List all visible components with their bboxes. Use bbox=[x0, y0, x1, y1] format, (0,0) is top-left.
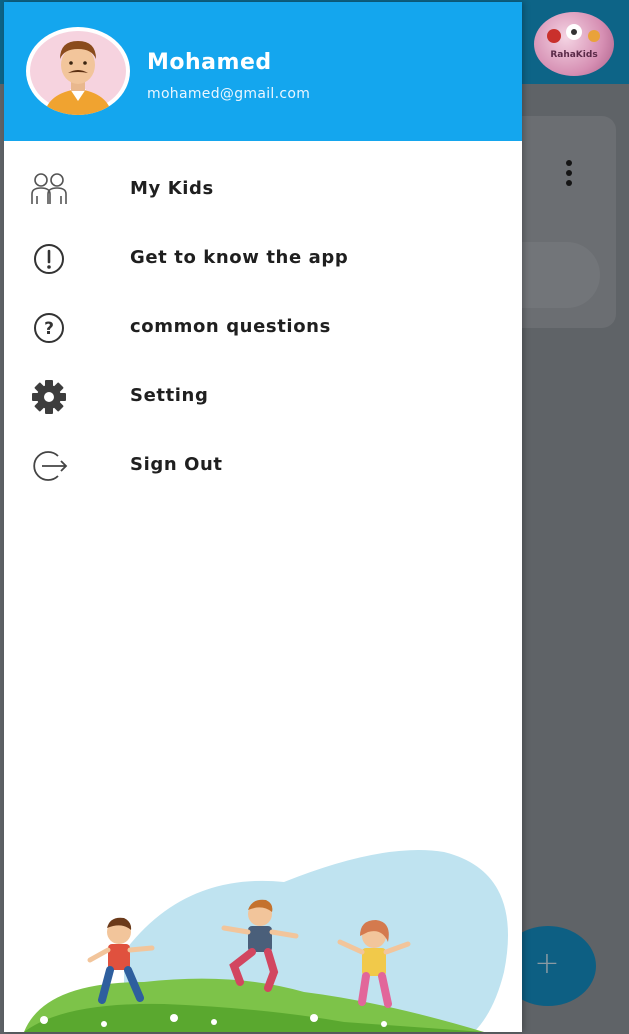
menu-item-label: Sign Out bbox=[130, 454, 223, 475]
plus-icon: + bbox=[534, 946, 560, 981]
user-avatar-icon bbox=[30, 31, 126, 115]
app-logo: RahaKids bbox=[534, 12, 614, 76]
info-icon bbox=[26, 237, 72, 281]
svg-text:?: ? bbox=[44, 319, 54, 339]
drawer-header: Mohamed mohamed@gmail.com bbox=[4, 2, 522, 141]
sign-out-icon bbox=[26, 444, 72, 488]
menu-item-label: Setting bbox=[130, 385, 209, 406]
user-email: mohamed@gmail.com bbox=[147, 86, 311, 102]
kids-playing-illustration bbox=[4, 832, 522, 1032]
user-name: Mohamed bbox=[147, 50, 272, 75]
gear-icon bbox=[26, 375, 72, 419]
menu-item-my-kids[interactable]: My Kids bbox=[4, 160, 522, 220]
menu-item-setting[interactable]: Setting bbox=[4, 367, 522, 427]
menu-item-common-questions[interactable]: ? common questions bbox=[4, 298, 522, 358]
menu-item-sign-out[interactable]: Sign Out bbox=[4, 436, 522, 496]
menu-item-label: Get to know the app bbox=[130, 247, 349, 268]
question-icon: ? bbox=[26, 306, 72, 350]
avatar[interactable] bbox=[26, 27, 130, 115]
kids-icon bbox=[26, 168, 72, 212]
menu-item-get-to-know[interactable]: Get to know the app bbox=[4, 229, 522, 289]
more-options-icon[interactable] bbox=[566, 160, 572, 190]
logo-text: RahaKids bbox=[550, 50, 598, 60]
menu-item-label: common questions bbox=[130, 316, 331, 337]
menu-item-label: My Kids bbox=[130, 178, 214, 199]
navigation-drawer: Mohamed mohamed@gmail.com My Kids Get to… bbox=[4, 2, 522, 1032]
